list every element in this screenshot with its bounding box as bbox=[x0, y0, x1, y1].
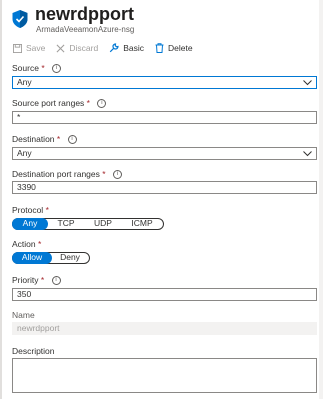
protocol-toggle-group: Any TCP UDP ICMP bbox=[12, 217, 164, 230]
source-port-ranges-input[interactable]: * bbox=[12, 111, 317, 124]
protocol-label-text: Protocol bbox=[12, 205, 44, 215]
description-label: Description bbox=[12, 346, 55, 356]
save-button[interactable]: Save bbox=[13, 43, 45, 53]
close-icon bbox=[56, 44, 65, 52]
delete-button[interactable]: Delete bbox=[155, 43, 193, 53]
protocol-option-icmp[interactable]: ICMP bbox=[122, 218, 162, 230]
destination-label: Destination * i bbox=[12, 134, 77, 145]
save-icon bbox=[13, 43, 22, 53]
info-icon[interactable]: i bbox=[112, 170, 122, 180]
panel-scrollbar[interactable] bbox=[319, 0, 323, 399]
destination-port-ranges-label: Destination port ranges * i bbox=[12, 169, 122, 180]
action-label-text: Action bbox=[12, 239, 36, 249]
info-icon[interactable]: i bbox=[67, 135, 77, 145]
protocol-option-udp[interactable]: UDP bbox=[84, 218, 122, 230]
destination-dropdown[interactable]: Any bbox=[12, 147, 317, 160]
required-marker: * bbox=[86, 98, 90, 108]
required-marker: * bbox=[102, 169, 106, 179]
discard-label: Discard bbox=[69, 43, 99, 53]
discard-button[interactable]: Discard bbox=[56, 43, 98, 53]
action-option-deny[interactable]: Deny bbox=[52, 252, 88, 264]
required-marker: * bbox=[45, 205, 49, 215]
source-port-ranges-label: Source port ranges * i bbox=[12, 98, 107, 109]
page-subtitle: ArmadaVeeamonAzure-nsg bbox=[36, 25, 135, 34]
info-icon[interactable]: i bbox=[97, 99, 107, 109]
required-marker: * bbox=[56, 134, 61, 144]
source-port-ranges-label-text: Source port ranges bbox=[12, 98, 85, 108]
trash-icon bbox=[155, 43, 164, 53]
source-value: Any bbox=[17, 77, 32, 87]
required-marker: * bbox=[40, 275, 45, 285]
basic-button[interactable]: Basic bbox=[109, 43, 144, 53]
source-dropdown[interactable]: Any bbox=[12, 76, 317, 89]
name-value: newrdpport bbox=[17, 323, 60, 333]
info-icon[interactable]: i bbox=[52, 64, 61, 74]
source-label: Source * i bbox=[12, 63, 61, 74]
source-label-text: Source bbox=[12, 63, 39, 73]
action-option-allow[interactable]: Allow bbox=[12, 251, 52, 264]
required-marker: * bbox=[38, 239, 42, 249]
priority-label: Priority * i bbox=[12, 275, 61, 286]
panel-left-border bbox=[0, 0, 2, 399]
protocol-option-tcp[interactable]: TCP bbox=[48, 218, 84, 230]
chevron-down-icon bbox=[303, 151, 312, 157]
basic-label: Basic bbox=[123, 43, 144, 53]
destination-port-ranges-input[interactable]: 3390 bbox=[12, 181, 317, 194]
page-title: newrdpport bbox=[35, 4, 134, 24]
delete-label: Delete bbox=[167, 43, 193, 53]
priority-value: 350 bbox=[17, 289, 32, 299]
save-label: Save bbox=[26, 43, 46, 53]
wrench-icon bbox=[109, 43, 119, 53]
description-textarea[interactable] bbox=[12, 358, 317, 393]
chevron-down-icon bbox=[303, 80, 312, 86]
action-label: Action * bbox=[12, 239, 41, 249]
name-label: Name bbox=[12, 310, 35, 320]
action-toggle-group: Allow Deny bbox=[12, 251, 90, 264]
source-port-ranges-value: * bbox=[17, 112, 21, 122]
required-marker: * bbox=[41, 63, 45, 73]
protocol-option-any[interactable]: Any bbox=[12, 217, 48, 230]
destination-port-ranges-value: 3390 bbox=[17, 182, 36, 192]
shield-icon bbox=[11, 9, 29, 29]
protocol-label: Protocol * bbox=[12, 205, 49, 215]
destination-value: Any bbox=[17, 148, 32, 158]
destination-label-text: Destination bbox=[12, 134, 55, 144]
name-input: newrdpport bbox=[12, 322, 317, 335]
command-bar: Save Discard Basic Delete bbox=[13, 42, 204, 54]
priority-input[interactable]: 350 bbox=[12, 288, 317, 301]
destination-port-ranges-label-text: Destination port ranges bbox=[12, 169, 100, 179]
info-icon[interactable]: i bbox=[51, 276, 61, 286]
priority-label-text: Priority bbox=[12, 275, 39, 285]
